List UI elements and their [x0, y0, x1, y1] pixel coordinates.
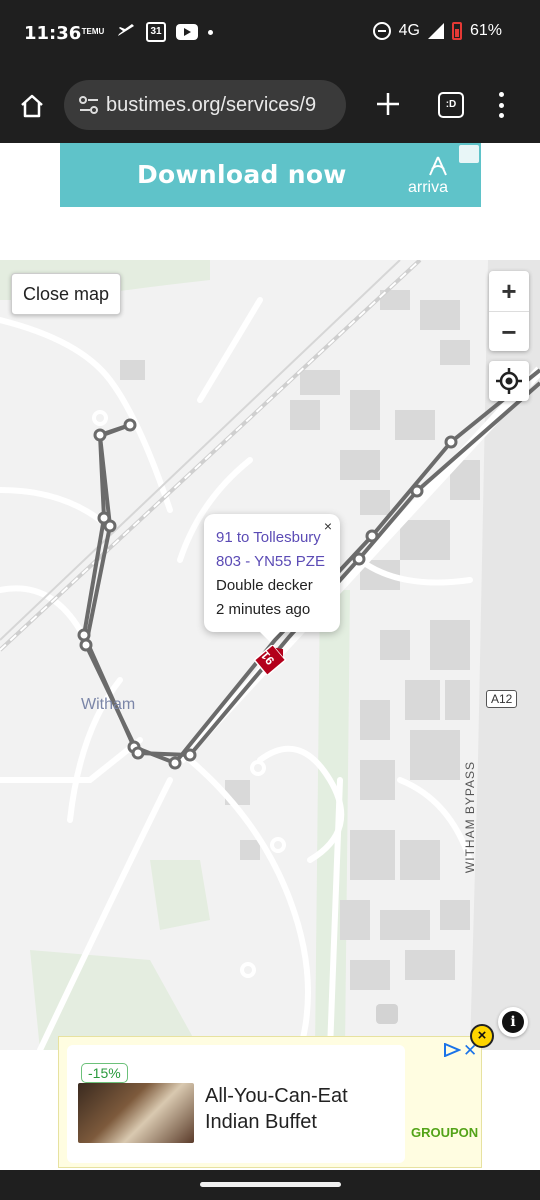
site-settings-icon[interactable]: [78, 95, 100, 115]
popup-close-button[interactable]: ×: [324, 518, 332, 534]
ad-card[interactable]: -15% All-You-Can-Eat Indian Buffet: [67, 1045, 405, 1163]
locate-me-button[interactable]: [489, 361, 529, 401]
arriva-logo-icon: [429, 156, 447, 176]
zoom-in-button[interactable]: +: [489, 271, 529, 311]
road-badge-a12: A12: [486, 690, 518, 708]
new-tab-icon[interactable]: [374, 90, 402, 118]
road-label-witham-bypass: WITHAM BYPASS: [463, 760, 478, 874]
overflow-menu-icon[interactable]: [496, 92, 506, 118]
zoom-out-button[interactable]: −: [489, 311, 529, 351]
parking-icon: [376, 1004, 398, 1024]
popup-updated-time: 2 minutes ago: [216, 601, 311, 618]
bus-marker[interactable]: 91: [253, 643, 287, 677]
home-icon[interactable]: [18, 92, 46, 120]
ad-food-image[interactable]: [78, 1083, 194, 1143]
signal-icon: [427, 23, 444, 39]
tab-switcher-button[interactable]: :D: [438, 92, 464, 118]
url-text[interactable]: bustimes.org/services/9: [106, 94, 336, 117]
status-bar: 11:36 TEMU 31 4G 61%: [0, 0, 540, 68]
info-icon: i: [502, 1011, 524, 1033]
ad-discount-badge: -15%: [81, 1063, 128, 1083]
temu-notification-icon: TEMU: [81, 27, 105, 36]
system-icons: 4G 61%: [372, 22, 502, 40]
ad-cta[interactable]: Download now: [137, 160, 347, 189]
zoom-control: + −: [489, 271, 529, 351]
youtube-icon: [176, 24, 198, 40]
calendar-icon: 31: [146, 22, 166, 42]
more-notifications-dot-icon: [208, 29, 213, 35]
close-ad-button[interactable]: ×: [470, 1024, 494, 1048]
place-label-witham: Witham: [81, 696, 136, 713]
vehicle-popup: × 91 to Tollesbury 803 - YN55 PZE Double…: [204, 514, 340, 642]
popup-vehicle-link[interactable]: 803 - YN55 PZE: [216, 550, 340, 574]
popup-vehicle-type: Double decker: [216, 577, 313, 594]
ad-brand: arriva: [408, 179, 449, 196]
bottom-banner-ad[interactable]: -15% All-You-Can-Eat Indian Buffet GROUP…: [58, 1036, 482, 1168]
browser-toolbar: bustimes.org/services/9 :D: [0, 68, 540, 143]
adchoices-icon[interactable]: [443, 1043, 461, 1057]
popup-service-link[interactable]: 91 to Tollesbury: [216, 526, 340, 550]
notification-icons: TEMU 31: [80, 22, 213, 42]
do-not-disturb-icon: [372, 22, 391, 40]
crosshair-icon: [496, 368, 522, 394]
status-time: 11:36: [24, 23, 82, 44]
gesture-handle[interactable]: [200, 1182, 341, 1187]
ad-brand[interactable]: GROUPON: [411, 1125, 478, 1140]
address-bar[interactable]: bustimes.org/services/9: [64, 80, 346, 130]
battery-icon: [451, 22, 462, 40]
map-attribution-button[interactable]: i: [498, 1007, 528, 1037]
flight-icon: [118, 24, 134, 36]
adchoices-icon[interactable]: [459, 145, 479, 163]
banner-ad[interactable]: Download now arriva: [60, 143, 481, 207]
map[interactable]: 91 × 91 to Tollesbury 803 - YN55 PZE Dou…: [0, 260, 540, 1050]
system-navigation-bar: [0, 1170, 540, 1200]
network-type: 4G: [398, 22, 420, 39]
close-map-button[interactable]: Close map: [11, 273, 122, 315]
ad-title[interactable]: All-You-Can-Eat Indian Buffet: [205, 1083, 375, 1135]
battery-percent: 61%: [469, 22, 502, 39]
